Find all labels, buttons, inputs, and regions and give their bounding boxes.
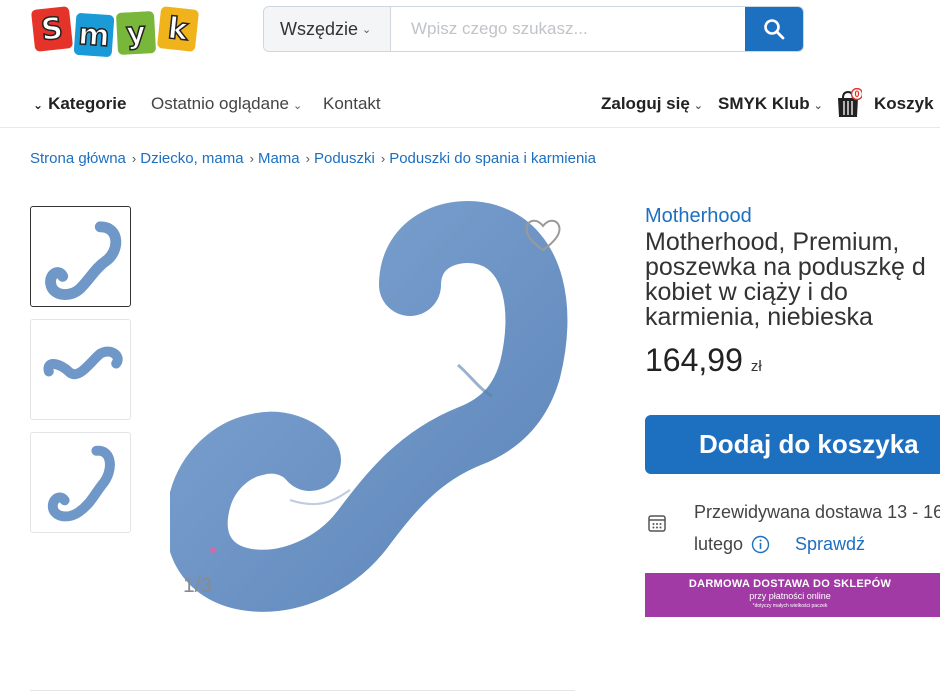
search-bar: Wszędzie ⌄ — [263, 6, 804, 52]
chevron-right-icon: › — [380, 151, 386, 166]
delivery-estimate-date: lutego — [694, 534, 744, 554]
promo-subline: przy płatności online — [749, 591, 831, 601]
nav-cart-label: Koszyk — [874, 94, 934, 113]
nav-categories-label: Kategorie — [48, 94, 127, 113]
breadcrumb-mother[interactable]: Mama — [258, 150, 300, 167]
product-title-line: Motherhood, Premium, — [645, 228, 900, 256]
pillow-thumbnail-image — [43, 346, 123, 379]
promo-headline: DARMOWA DOSTAWA DO SKLEPÓW — [688, 578, 892, 590]
breadcrumb-sleeping-pillows[interactable]: Poduszki do spania i karmienia — [389, 150, 596, 167]
chevron-down-icon: ⌄ — [293, 100, 303, 112]
chevron-down-icon: ⌄ — [362, 23, 372, 36]
add-to-cart-button[interactable]: Dodaj do koszyka — [645, 415, 940, 474]
nav-login-label: Zaloguj się — [601, 94, 690, 113]
breadcrumb: Strona główna › Dziecko, mama › Mama › Poduszk… — [30, 150, 596, 167]
delivery-estimate: Przewidywana dostawa 13 - 16 — [694, 502, 940, 522]
calendar-icon — [648, 515, 666, 532]
breadcrumb-child-mother[interactable]: Dziecko, mama — [140, 150, 243, 167]
product-price: 164,99 zł — [645, 342, 762, 379]
search-icon — [764, 19, 785, 40]
chevron-down-icon: ⌄ — [813, 100, 823, 112]
chevron-right-icon: › — [249, 151, 254, 166]
wishlist-heart-icon[interactable] — [523, 216, 563, 254]
chevron-down-icon: ⌄ — [33, 98, 44, 112]
thumbnail-1[interactable] — [30, 206, 131, 307]
nav-categories[interactable]: ⌄ Kategorie — [33, 94, 126, 114]
nav-recently-viewed[interactable]: Ostatnio oglądane ⌄ — [151, 94, 302, 114]
chevron-right-icon: › — [131, 151, 137, 166]
search-scope-select[interactable]: Wszędzie ⌄ — [264, 7, 391, 51]
section-divider — [30, 690, 575, 691]
search-scope-label: Wszędzie — [280, 18, 359, 39]
pillow-thumbnail-image — [47, 445, 115, 522]
main-nav: ⌄ Kategorie Ostatnio oglądane ⌄ Kontakt Za… — [0, 84, 940, 128]
chevron-down-icon: ⌄ — [693, 100, 704, 112]
free-delivery-banner[interactable]: DARMOWA DOSTAWA DO SKLEPÓW przy płatnośc… — [645, 573, 940, 617]
cart-count-badge: 0 — [854, 89, 859, 99]
price-value: 164,99 — [645, 342, 743, 378]
price-currency: zł — [750, 358, 762, 375]
nav-club-label: SMYK Klub — [718, 94, 810, 113]
breadcrumb-pillows[interactable]: Poduszki — [314, 150, 375, 167]
product-title-line: kobiet w ciąży i do — [645, 278, 848, 306]
product-title-line: poszewka na poduszkę d — [645, 253, 926, 281]
nav-recent-label: Ostatnio oglądane — [151, 94, 289, 113]
nav-smyk-club[interactable]: SMYK Klub ⌄ — [718, 94, 823, 114]
logo-letter-m: m — [73, 12, 115, 58]
breadcrumb-home[interactable]: Strona główna — [30, 150, 126, 167]
pillow-thumbnail-image — [45, 221, 122, 300]
thumbnail-2[interactable] — [30, 319, 131, 420]
nav-login[interactable]: Zaloguj się ⌄ — [601, 94, 703, 114]
product-main-image[interactable] — [170, 200, 590, 620]
promo-footnote: *dotyczy małych wielkości paczek — [752, 603, 828, 609]
logo-letter-k: k — [156, 6, 200, 52]
search-button[interactable] — [745, 7, 803, 51]
logo-letter-y: y — [115, 11, 157, 55]
info-icon[interactable] — [751, 535, 770, 554]
logo-letter-s: S — [30, 6, 74, 52]
check-delivery-link[interactable]: Sprawdź — [795, 534, 865, 555]
smyk-logo[interactable]: S m y k — [30, 6, 209, 60]
search-input[interactable] — [391, 7, 745, 51]
product-title-line: karmienia, niebieska — [645, 303, 873, 331]
thumbnail-3[interactable] — [30, 432, 131, 533]
product-title: Motherhood, Premium, poszewka na poduszk… — [645, 230, 940, 330]
gallery-counter: 1/3 — [183, 574, 213, 597]
nav-contact[interactable]: Kontakt — [323, 94, 381, 114]
product-brand-link[interactable]: Motherhood — [645, 205, 752, 228]
shopping-bag-icon[interactable]: 0 — [834, 88, 862, 118]
nav-cart[interactable]: Koszyk — [874, 94, 934, 114]
chevron-right-icon: › — [305, 151, 310, 166]
